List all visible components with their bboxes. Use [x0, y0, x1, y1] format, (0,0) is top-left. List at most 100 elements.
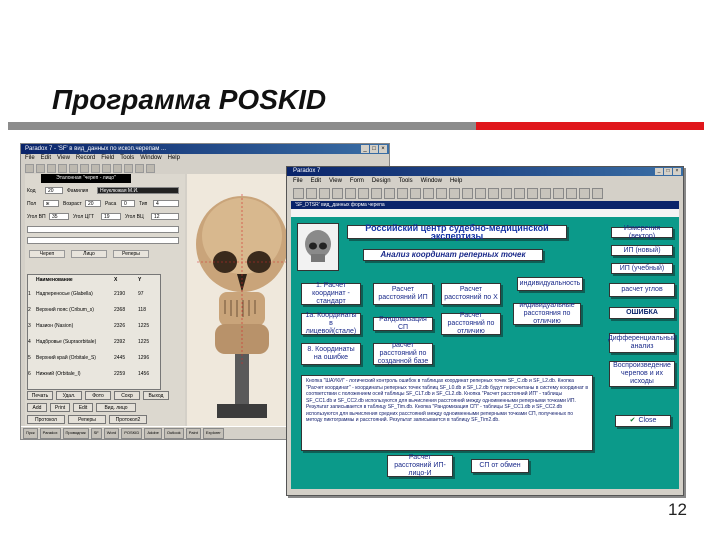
minimize-button[interactable]: _	[655, 168, 663, 175]
toolbar-icon[interactable]	[124, 164, 133, 173]
toolbar-icon[interactable]	[579, 188, 590, 199]
maximize-button[interactable]: □	[664, 168, 672, 175]
toolbar-icon[interactable]	[69, 164, 78, 173]
code-field[interactable]: 20	[45, 187, 63, 194]
toolbar-icon[interactable]	[47, 164, 56, 173]
protocol2-button[interactable]: Протокол2	[109, 415, 147, 424]
angle-field[interactable]: 19	[101, 213, 121, 220]
minimize-button[interactable]: _	[361, 145, 369, 153]
distances-ip-button[interactable]: Расчет расстояний ИП	[373, 283, 433, 305]
taskbar-item[interactable]: Word	[103, 428, 120, 439]
taskbar-item[interactable]: POSKID	[121, 428, 143, 439]
error-button[interactable]: ОШИБКА	[609, 307, 675, 319]
toolbar-icon[interactable]	[527, 188, 538, 199]
distances-x-button[interactable]: Расчет расстояний по X	[441, 283, 501, 305]
tab-face[interactable]: Лицо	[71, 250, 107, 258]
differential-analysis-button[interactable]: Дифференциальный анализ	[608, 333, 676, 353]
view-face-button[interactable]: Вид. лицо	[96, 403, 136, 412]
table-row[interactable]: 6 Нижний (Orbitale_I) 2259 1456	[28, 371, 160, 377]
reconstruction-button[interactable]: Воспроизведение черепов и их исходы	[609, 361, 675, 387]
table-row[interactable]: 2 Верхний пояс (Cribum_s) 2368 118	[28, 307, 160, 313]
toolbar-icon[interactable]	[384, 188, 395, 199]
menu-help[interactable]: Help	[168, 154, 180, 163]
type-field[interactable]: 4	[153, 200, 179, 207]
menu-edit[interactable]: Edit	[311, 176, 321, 186]
angles-button[interactable]: расчет углов	[609, 283, 675, 297]
menu-edit[interactable]: Edit	[41, 154, 51, 163]
toolbar-icon[interactable]	[566, 188, 577, 199]
close-form-button[interactable]: ✔ Close	[615, 415, 671, 427]
ip-training-button[interactable]: ИП (учебный)	[611, 263, 673, 274]
photo-button[interactable]: Фото	[85, 391, 111, 400]
toolbar-icon[interactable]	[397, 188, 408, 199]
taskbar-item[interactable]: Проводник	[62, 428, 89, 439]
menu-window[interactable]: Window	[140, 154, 161, 163]
face-distances-button[interactable]: Расчет расстояний ИП-лицо-И	[387, 454, 453, 477]
menu-form[interactable]: Form	[350, 176, 364, 186]
toolbar-icon[interactable]	[436, 188, 447, 199]
toolbar-icon[interactable]	[293, 188, 304, 199]
close-button[interactable]: ×	[379, 145, 387, 153]
print-button-2[interactable]: Print	[50, 403, 70, 412]
protocol-button[interactable]: Протокол	[27, 415, 65, 424]
edit-button[interactable]: Edit	[73, 403, 93, 412]
surname-field[interactable]: Неуклюжая М.И.	[97, 187, 179, 194]
toolbar-icon[interactable]	[423, 188, 434, 199]
coordinates-standard-button[interactable]: 1. Расчет координат - стандарт	[301, 282, 361, 305]
taskbar-item[interactable]: Paradox	[39, 428, 61, 439]
table-row[interactable]: 1 Надпереносье (Glabella) 2190 97	[28, 291, 160, 297]
toolbar-icon[interactable]	[553, 188, 564, 199]
taskbar-item[interactable]: SF	[90, 428, 102, 439]
error-coordinates-button[interactable]: 8. Координаты на ошибке	[301, 343, 361, 365]
ip-new-button[interactable]: ИП (новый)	[611, 245, 673, 256]
tab-reference-points[interactable]: Реперы	[113, 250, 149, 258]
menu-record[interactable]: Record	[76, 154, 95, 163]
angle-field[interactable]: 12	[151, 213, 179, 220]
menu-view[interactable]: View	[329, 176, 342, 186]
individuality-button[interactable]: индивидуальность	[517, 277, 583, 291]
randomization-button[interactable]: Рандомизация СП	[373, 316, 433, 331]
sp-exchange-button[interactable]: СП от обмен	[471, 459, 529, 473]
table-row[interactable]: 4 Надбровье (Supraorbitale) 2392 1225	[28, 339, 160, 345]
table-row[interactable]: 5 Верхний край (Orbitale_S) 2445 1296	[28, 355, 160, 361]
race-field[interactable]: 0	[121, 200, 135, 207]
toolbar-icon[interactable]	[113, 164, 122, 173]
toolbar-icon[interactable]	[58, 164, 67, 173]
toolbar-icon[interactable]	[306, 188, 317, 199]
distances-difference-button[interactable]: Расчет расстояний по отличию	[441, 312, 501, 335]
toolbar-icon[interactable]	[475, 188, 486, 199]
toolbar-icon[interactable]	[80, 164, 89, 173]
toolbar-icon[interactable]	[410, 188, 421, 199]
menu-window[interactable]: Window	[421, 176, 442, 186]
toolbar-icon[interactable]	[449, 188, 460, 199]
sex-field[interactable]: ж	[43, 200, 59, 207]
toolbar-icon[interactable]	[91, 164, 100, 173]
toolbar-icon[interactable]	[371, 188, 382, 199]
toolbar-icon[interactable]	[146, 164, 155, 173]
individual-distances-button[interactable]: индивидуальные расстояния по отличию	[513, 302, 581, 325]
tab-skull[interactable]: Череп	[29, 250, 65, 258]
age-field[interactable]: 20	[85, 200, 101, 207]
delete-button[interactable]: Удал.	[56, 391, 82, 400]
toolbar-icon[interactable]	[36, 164, 45, 173]
toolbar-icon[interactable]	[25, 164, 34, 173]
menu-field[interactable]: Field	[101, 154, 114, 163]
measurements-button[interactable]: Измерения (вектор)	[611, 225, 673, 240]
menu-design[interactable]: Design	[372, 176, 391, 186]
toolbar-icon[interactable]	[358, 188, 369, 199]
toolbar-icon[interactable]	[345, 188, 356, 199]
menu-file[interactable]: File	[293, 176, 303, 186]
database-distances-button[interactable]: расчет расстояний по созданной базе	[373, 342, 433, 365]
add-button[interactable]: Add	[27, 403, 47, 412]
save-button[interactable]: Сохр	[114, 391, 140, 400]
toolbar-icon[interactable]	[514, 188, 525, 199]
notes-field[interactable]	[27, 237, 179, 244]
toolbar-icon[interactable]	[540, 188, 551, 199]
reference-points-button[interactable]: Реперы	[68, 415, 106, 424]
menu-help[interactable]: Help	[450, 176, 462, 186]
taskbar-item[interactable]: Outlook	[163, 428, 184, 439]
toolbar-icon[interactable]	[501, 188, 512, 199]
print-button[interactable]: Печать	[27, 391, 53, 400]
toolbar-icon[interactable]	[462, 188, 473, 199]
toolbar-icon[interactable]	[135, 164, 144, 173]
